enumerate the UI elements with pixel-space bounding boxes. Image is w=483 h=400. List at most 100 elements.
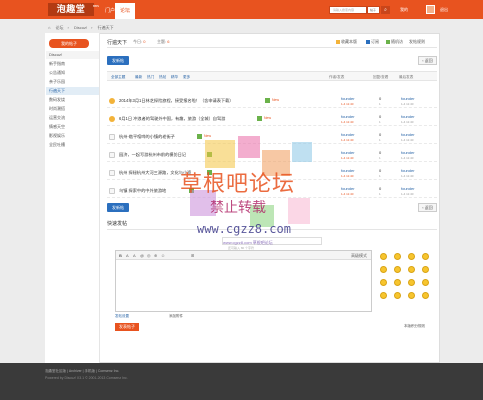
divider (107, 47, 437, 48)
post-settings-link[interactable]: 发帖设置 (115, 314, 129, 319)
smiley-icon[interactable] (394, 266, 401, 273)
avatar[interactable] (426, 5, 435, 14)
thread-author[interactable]: founder (341, 150, 355, 155)
submit-post-button[interactable]: 发表帖子 (115, 323, 139, 331)
smiley-icon[interactable] (422, 253, 429, 260)
font-color-icon[interactable]: A (126, 253, 129, 258)
rules-link[interactable]: 发帖规则 (409, 39, 425, 45)
favorite-link[interactable]: 收藏本版 (336, 39, 357, 45)
back-button[interactable]: ‹ 返回 (418, 56, 437, 65)
sidebar-item[interactable]: 公告通知 (46, 69, 99, 77)
thread-author[interactable]: founder (341, 132, 355, 137)
site-logo[interactable]: 泡趣堂 (48, 3, 94, 16)
filter-all[interactable]: 全部主题 (111, 75, 125, 80)
thread-views: 1 (379, 156, 381, 160)
link-icon[interactable]: @ (140, 253, 144, 258)
media-icon[interactable]: ⊕ (154, 253, 157, 258)
smiley-icon[interactable]: ☺ (161, 253, 165, 258)
thread-replies: 0 (379, 150, 382, 155)
filter-digest[interactable]: 精华 (171, 75, 178, 80)
column-last-post[interactable]: 最后发表 (399, 75, 413, 80)
smiley-icon[interactable] (394, 279, 401, 286)
background-color-icon[interactable]: A (133, 253, 136, 258)
smiley-icon[interactable] (380, 279, 387, 286)
smiley-icon[interactable] (380, 292, 387, 299)
thread-title[interactable]: 2014年3月1日林芝探险旅程，接受报名啦！（含申请表下载） (119, 98, 233, 104)
smiley-icon[interactable] (422, 279, 429, 286)
column-author[interactable]: 作者/发表 (329, 75, 344, 80)
watermark-text: 草根吧论坛 (180, 172, 296, 197)
thread-last-poster[interactable]: founder (401, 114, 415, 119)
thread-author[interactable]: founder (341, 114, 355, 119)
breadcrumb-item[interactable]: 论坛 (56, 25, 64, 30)
thread-row[interactable]: 2014年3月1日林芝探险旅程，接受报名啦！（含申请表下载） New found… (107, 95, 437, 108)
filter-more[interactable]: 更多 (183, 75, 190, 80)
sidebar-item-active[interactable]: 行遍天下 (46, 87, 99, 95)
sidebar-item[interactable]: 情感天空 (46, 123, 99, 131)
image-icon[interactable]: ◎ (147, 253, 151, 258)
breadcrumb-item[interactable]: Discuz! (74, 25, 87, 30)
thread-title[interactable]: 6月1日 冲浪者的驾驶外中国，有趣，旅游（全城）自驾游 (119, 116, 225, 122)
my-link[interactable]: 我的 (400, 7, 408, 13)
thread-author[interactable]: founder (341, 186, 355, 191)
search-type-select[interactable]: 帖子 (367, 6, 380, 14)
thread-last-poster[interactable]: founder (401, 186, 415, 191)
my-posts-button[interactable]: 我的帖子 (49, 39, 89, 48)
new-post-button[interactable]: 发新帖 (107, 56, 129, 65)
smiley-icon[interactable] (422, 266, 429, 273)
filter-hot[interactable]: 热门 (147, 75, 154, 80)
nav-tab-forum[interactable]: 论坛 (115, 3, 136, 19)
sidebar-item[interactable]: 数码发烧 (46, 96, 99, 104)
footer-links[interactable]: 泡趣堂社区版 | Archiver | 手机版 | Comsenz Inc. (45, 369, 119, 374)
search-button[interactable]: ⌕ (381, 6, 390, 14)
thread-views: 1 (379, 138, 381, 142)
random-link[interactable]: 随机访 (386, 39, 403, 45)
back-button-bottom[interactable]: ‹ 返回 (418, 203, 437, 212)
thread-author[interactable]: founder (341, 96, 355, 101)
thread-last-poster[interactable]: founder (401, 150, 415, 155)
subscribe-link[interactable]: 订阅 (366, 39, 379, 45)
new-post-button-bottom[interactable]: 发新帖 (107, 203, 129, 212)
smiley-icon[interactable] (408, 292, 415, 299)
advanced-mode-link[interactable]: 高级模式 (351, 253, 367, 259)
editor-toolbar: B A A @ ◎ ⊕ ☺ ⊞ 高级模式 (116, 251, 371, 260)
smiley-icon[interactable] (380, 266, 387, 273)
smiley-icon[interactable] (394, 292, 401, 299)
smiley-icon[interactable] (408, 279, 415, 286)
sidebar-item[interactable]: 运营交流 (46, 114, 99, 122)
thread-row[interactable]: 6月1日 冲浪者的驾驶外中国，有趣，旅游（全城）自驾游 New founder … (107, 113, 437, 126)
sidebar-item[interactable]: 全民吐槽 (46, 141, 99, 149)
thread-last-poster[interactable]: founder (401, 132, 415, 137)
sidebar-head: Discuz! (46, 51, 99, 59)
thread-title[interactable]: 园济，一起写游杭州市前的模仿日记 (119, 152, 186, 158)
post-editor[interactable]: B A A @ ◎ ⊕ ☺ ⊞ 高级模式 (115, 250, 372, 312)
filter-hot-post[interactable]: 热帖 (159, 75, 166, 80)
breadcrumb-item[interactable]: 行遍天下 (98, 25, 114, 30)
sidebar-item[interactable]: 新手指南 (46, 60, 99, 68)
thread-last-poster[interactable]: founder (401, 168, 415, 173)
smiley-icon[interactable] (394, 253, 401, 260)
sidebar-item[interactable]: 亲子乐园 (46, 78, 99, 86)
thread-row[interactable]: 杭州-临平喧哗的小镇的老街子 New founder 1-4 11:40 0 1… (107, 131, 437, 144)
sidebar-item[interactable]: 影视娱乐 (46, 132, 99, 140)
column-replies[interactable]: 回复/查看 (373, 75, 388, 80)
bold-icon[interactable]: B (119, 253, 122, 258)
logout-link[interactable]: 退出 (440, 7, 448, 13)
home-icon[interactable]: ⌂ (48, 25, 50, 30)
thread-title[interactable]: 乌镇 探索中的中外旅游地 (119, 188, 166, 194)
smiley-icon[interactable] (408, 266, 415, 273)
thread-author[interactable]: founder (341, 168, 355, 173)
search-input[interactable]: 请输入搜索内容 (329, 6, 367, 14)
credit-rules-link[interactable]: 本版积分规则 (404, 324, 425, 329)
table-icon[interactable]: ⊞ (191, 253, 194, 258)
attachment-icon (197, 134, 202, 139)
attachment-link[interactable]: 添加附件 (169, 314, 183, 319)
smiley-icon[interactable] (408, 253, 415, 260)
thread-title[interactable]: 杭州-临平喧哗的小镇的老街子 (119, 134, 175, 140)
sidebar-item[interactable]: 时尚潮搭 (46, 105, 99, 113)
filter-latest[interactable]: 最新 (135, 75, 142, 80)
smiley-icon[interactable] (422, 292, 429, 299)
thread-last-poster[interactable]: founder (401, 96, 415, 101)
smiley-icon[interactable] (380, 253, 387, 260)
footer-copyright: Powered by Discuz! X3.1 © 2001-2013 Coms… (45, 376, 128, 380)
